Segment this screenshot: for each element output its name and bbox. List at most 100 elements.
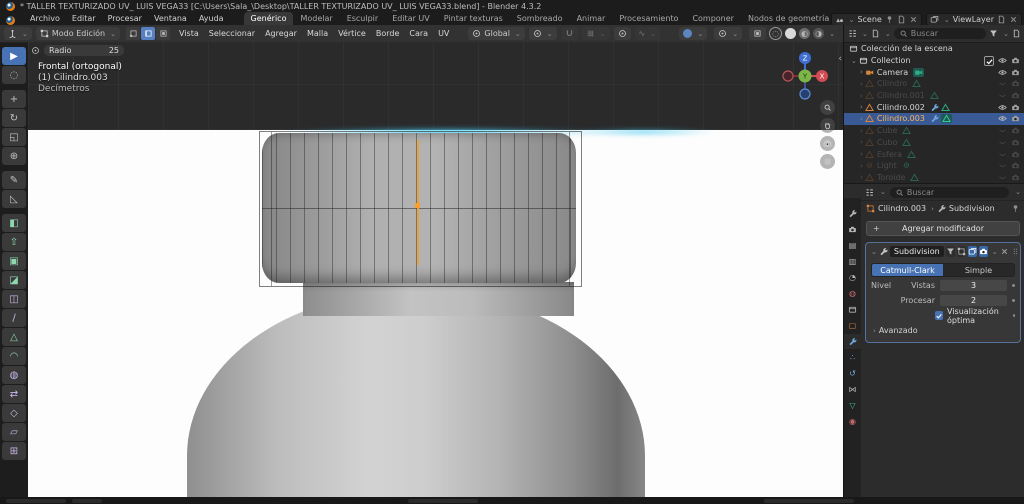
properties-tab-view-layer[interactable]: ▥ [844, 254, 861, 269]
properties-tab-scene[interactable]: ◔ [844, 270, 861, 285]
spin-tool[interactable]: ◠ [2, 347, 26, 365]
zoom-button[interactable] [820, 100, 835, 115]
loop-cut-tool[interactable]: ◫ [2, 290, 26, 308]
editor-type-button[interactable]: ⌄ [4, 27, 32, 40]
snap-toggle[interactable] [560, 27, 578, 40]
xray-toggle[interactable] [749, 27, 767, 40]
properties-tab-object[interactable]: ▢ [844, 318, 861, 333]
menu-ayuda[interactable]: Ayuda [193, 14, 230, 23]
animate-dot[interactable] [1012, 284, 1015, 287]
properties-tab-constraints[interactable]: ⋈ [844, 382, 861, 397]
scale-tool[interactable]: ◱ [2, 128, 26, 146]
show-render-toggle[interactable] [978, 246, 988, 257]
shrink-fatten-tool[interactable]: ◇ [2, 404, 26, 422]
proportional-falloff-dropdown[interactable]: ∿ ⌄ [634, 27, 661, 40]
eye-closed-icon[interactable] [998, 161, 1007, 170]
properties-tab-particles[interactable]: ∴ [844, 350, 861, 365]
render-visibility-icon[interactable] [1011, 91, 1020, 100]
bevel-tool[interactable]: ◪ [2, 271, 26, 289]
expand-icon[interactable]: › [860, 127, 863, 135]
render-visibility-icon[interactable] [1011, 68, 1020, 77]
viewport-menu-borde[interactable]: Borde [371, 29, 405, 38]
rendered-shading-button[interactable]: ◑ [813, 28, 825, 39]
outliner-row-camera[interactable]: › Camera [844, 66, 1024, 78]
viewport-menu-malla[interactable]: Malla [302, 29, 333, 38]
render-visibility-icon[interactable] [1011, 138, 1020, 147]
outliner-search[interactable]: Buscar [893, 28, 987, 39]
poly-build-tool[interactable]: △ [2, 328, 26, 346]
workspace-tab-esculpir[interactable]: Esculpir [340, 12, 386, 25]
snap-target-dropdown[interactable]: ⌄ [581, 27, 610, 40]
workspace-tab-genérico[interactable]: Genérico [243, 12, 294, 25]
collapse-icon[interactable]: ⌄ [851, 57, 857, 65]
eye-closed-icon[interactable] [998, 150, 1007, 159]
pan-button[interactable] [820, 118, 835, 133]
ortho-toggle-button[interactable] [820, 154, 835, 169]
eye-open-icon[interactable] [998, 114, 1007, 123]
eye-open-icon[interactable] [998, 103, 1007, 112]
show-in-editmode-toggle[interactable] [956, 246, 966, 257]
knife-tool[interactable]: ∕ [2, 309, 26, 327]
mode-selector[interactable]: Modo Edición ⌄ [35, 27, 121, 40]
face-select-button[interactable] [156, 27, 171, 40]
animate-dot[interactable] [1012, 314, 1015, 317]
viewport-menu-vértice[interactable]: Vértice [333, 29, 371, 38]
catmull-clark-button[interactable]: Catmull-Clark [872, 264, 943, 276]
menu-procesar[interactable]: Procesar [102, 14, 148, 23]
workspace-tab-animar[interactable]: Animar [570, 12, 613, 25]
properties-tab-object-data[interactable]: ▽ [844, 398, 861, 413]
expand-icon[interactable]: › [860, 103, 863, 111]
display-mode-icon[interactable] [848, 29, 857, 38]
tweak-tool[interactable]: ▶ [2, 47, 26, 65]
properties-tab-collection[interactable] [844, 302, 861, 317]
material-shading-button[interactable]: ◐ [799, 28, 811, 39]
menu-editar[interactable]: Editar [66, 14, 102, 23]
expand-icon[interactable]: ⌄ [871, 248, 877, 256]
workspace-tab-nodos-de-geometría[interactable]: Nodos de geometría [741, 12, 836, 25]
properties-tab-tool[interactable] [844, 206, 861, 221]
properties-tab-modifiers[interactable] [844, 334, 861, 349]
blender-menu-icon[interactable] [6, 16, 15, 25]
properties-tab-render[interactable] [844, 222, 861, 237]
simple-button[interactable]: Simple [943, 264, 1014, 276]
edge-select-button[interactable] [141, 27, 156, 40]
workspace-tab-editar-uv[interactable]: Editar UV [385, 12, 437, 25]
expand-icon[interactable]: › [860, 115, 863, 123]
rip-region-tool[interactable]: ⊞ [2, 442, 26, 460]
outliner-row-light[interactable]: › Light [844, 160, 1024, 172]
eye-closed-icon[interactable] [998, 79, 1007, 88]
measure-tool[interactable]: ◺ [2, 190, 26, 208]
filter-icon[interactable] [989, 29, 998, 38]
camera-view-button[interactable] [820, 136, 835, 151]
viewport-menu-cara[interactable]: Cara [404, 29, 433, 38]
drag-handle-icon[interactable] [1011, 247, 1020, 256]
shear-tool[interactable]: ▱ [2, 423, 26, 441]
workspace-tab-sombreado[interactable]: Sombreado [510, 12, 570, 25]
proportional-edit-toggle[interactable] [613, 27, 631, 40]
outliner-row-esfera[interactable]: › Esfera [844, 148, 1024, 160]
extrude-region-tool[interactable]: ⇧ [2, 233, 26, 251]
remove-modifier-icon[interactable] [1000, 247, 1009, 256]
outliner-row-cilindro[interactable]: › Cilindro [844, 78, 1024, 90]
outliner-row-cube[interactable]: › Cube [844, 125, 1024, 137]
modifier-name-field[interactable]: Subdivision [889, 246, 944, 257]
viewport-menu-uv[interactable]: UV [433, 29, 454, 38]
show-overlays-dropdown[interactable]: ⌄ [714, 27, 743, 40]
render-visibility-icon[interactable] [1011, 161, 1020, 170]
viewport-menu-vista[interactable]: Vista [174, 29, 204, 38]
outliner-row-collection[interactable]: ⌄ Collection [844, 55, 1024, 67]
sidebar-toggle-arrow[interactable]: ‹ [838, 54, 842, 64]
animate-dot[interactable] [1012, 299, 1015, 302]
add-cube-tool[interactable]: ◧ [2, 214, 26, 232]
properties-tab-output[interactable]: ▤ [844, 238, 861, 253]
transform-orientation[interactable]: Global ⌄ [468, 27, 525, 40]
render-visibility-icon[interactable] [1011, 126, 1020, 135]
render-visibility-icon[interactable] [1011, 150, 1020, 159]
outliner-row-cilindro-002[interactable]: › Cilindro.002 [844, 101, 1024, 113]
outliner-row-cubo[interactable]: › Cubo [844, 137, 1024, 149]
show-gizmo-dropdown[interactable]: ⌄ [679, 27, 708, 40]
viewport-menu-agregar[interactable]: Agregar [260, 29, 302, 38]
workspace-tab-modelar[interactable]: Modelar [293, 12, 339, 25]
expand-icon[interactable]: › [860, 68, 863, 76]
expand-icon[interactable]: › [860, 92, 863, 100]
